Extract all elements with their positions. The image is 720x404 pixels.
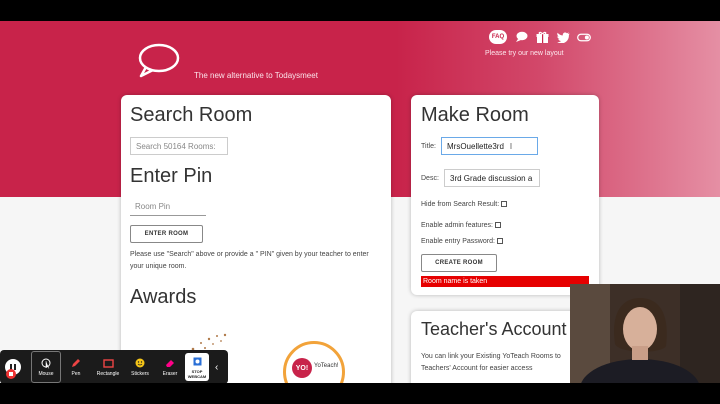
top-letterbox [0, 0, 720, 21]
stop-icon [9, 372, 13, 376]
stop-webcam-label: STOP WEBCAM [187, 369, 207, 379]
title-label: Title: [421, 143, 436, 150]
bottom-letterbox [0, 383, 720, 404]
create-room-button[interactable]: CREATE ROOM [421, 254, 497, 272]
admin-features-checkbox[interactable] [495, 222, 501, 229]
tool-pen-label: Pen [71, 371, 81, 377]
search-room-title: Search Room [130, 104, 253, 126]
eraser-icon [164, 357, 176, 369]
sticker-icon [134, 357, 146, 369]
entry-password-label: Enable entry Password: [421, 238, 495, 245]
hide-search-option: Hide from Search Result: [421, 201, 508, 208]
yoteach-award-badge: YO! YoTeach! [283, 341, 345, 383]
pen-icon [70, 357, 82, 369]
chat-icon[interactable] [514, 30, 528, 44]
search-input[interactable]: Search 50164 Rooms: [130, 137, 228, 155]
awards-title: Awards [130, 286, 197, 308]
enter-pin-title: Enter Pin [130, 165, 213, 187]
tagline: The new alternative to Todaysmeet [194, 71, 318, 80]
twitter-icon[interactable] [556, 30, 570, 44]
tool-eraser-label: Eraser [162, 371, 178, 377]
enter-room-button[interactable]: ENTER ROOM [130, 225, 203, 243]
entry-password-checkbox[interactable] [496, 238, 503, 245]
cursor-icon [40, 357, 52, 369]
tool-stickers[interactable]: Stickers [125, 351, 155, 383]
toggle-icon[interactable] [577, 30, 591, 44]
search-help-text: Please use "Search" above or provide a "… [130, 251, 369, 270]
hide-search-checkbox[interactable] [501, 201, 508, 208]
tool-mouse[interactable]: Mouse [31, 351, 61, 383]
header-icons: FAQ [489, 30, 591, 44]
desc-label: Desc: [421, 175, 439, 182]
teacher-account-title: Teacher's Account [421, 319, 567, 339]
faq-button[interactable]: FAQ [489, 30, 507, 44]
tool-pen[interactable]: Pen [61, 351, 91, 383]
new-layout-link[interactable]: Please try our new layout [485, 50, 564, 57]
tool-eraser[interactable]: Eraser [155, 351, 185, 383]
recording-toolbar: Mouse Pen Rectangle Stickers Eraser STOP… [0, 350, 228, 384]
entry-password-option: Enable entry Password: [421, 238, 503, 245]
error-message: Room name is taken [421, 276, 589, 287]
webcam-icon [191, 355, 203, 367]
room-pin-input[interactable]: Room Pin [130, 198, 206, 216]
tool-rectangle-label: Rectangle [96, 371, 120, 377]
make-room-title: Make Room [421, 104, 529, 126]
tool-mouse-label: Mouse [38, 371, 54, 377]
hide-search-label: Hide from Search Result: [421, 201, 500, 208]
tool-stickers-label: Stickers [131, 371, 149, 377]
rectangle-icon [102, 357, 114, 369]
room-desc-input[interactable]: 3rd Grade discussion a [444, 169, 540, 187]
room-title-value: MrsOuellette3rd [447, 141, 504, 151]
room-title-input[interactable]: MrsOuellette3rd I [441, 137, 538, 155]
text-cursor-icon: I [509, 141, 513, 151]
speech-bubble-logo-icon[interactable] [136, 43, 180, 79]
tool-rectangle[interactable]: Rectangle [91, 351, 125, 383]
search-room-card: Search Room Search 50164 Rooms: Enter Pi… [121, 95, 391, 383]
stop-webcam-button[interactable]: STOP WEBCAM [185, 353, 209, 381]
admin-features-option: Enable admin features: [421, 222, 501, 229]
gift-icon[interactable] [535, 30, 549, 44]
award-badge-text: YoTeach! [314, 363, 339, 369]
webcam-person-image [570, 284, 720, 384]
admin-features-label: Enable admin features: [421, 222, 493, 229]
webcam-overlay [570, 284, 720, 384]
stop-button[interactable] [6, 369, 16, 379]
award-badge-yo: YO! [292, 358, 312, 378]
teacher-account-text: You can link your Existing YoTeach Rooms… [421, 353, 561, 372]
make-room-card: Make Room Title: MrsOuellette3rd I Desc:… [411, 95, 599, 295]
collapse-toolbar-icon[interactable]: ‹ [215, 362, 218, 373]
